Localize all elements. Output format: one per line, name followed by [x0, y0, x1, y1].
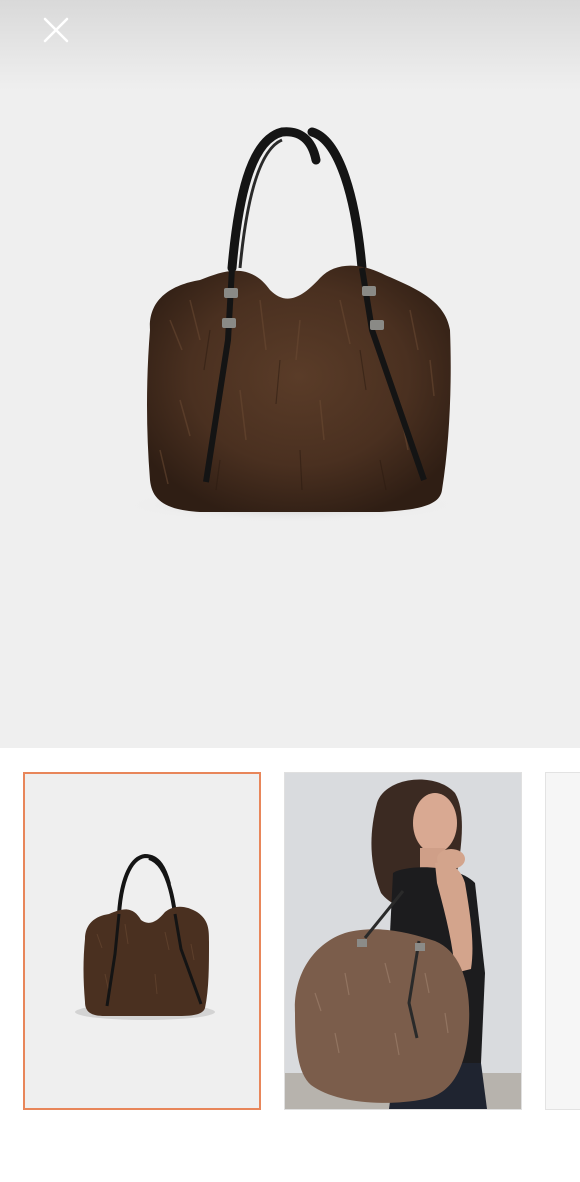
image-viewer	[0, 0, 580, 748]
thumbnail-bag-product[interactable]	[23, 772, 261, 1110]
close-button[interactable]	[36, 12, 76, 48]
main-product-image[interactable]	[0, 0, 580, 748]
thumbnail-model-wearing-bag[interactable]	[284, 772, 522, 1110]
thumbnail-strip	[0, 748, 580, 1182]
thumbnail-next-partial[interactable]	[545, 772, 580, 1110]
top-gradient	[0, 0, 580, 90]
close-icon	[43, 17, 69, 43]
